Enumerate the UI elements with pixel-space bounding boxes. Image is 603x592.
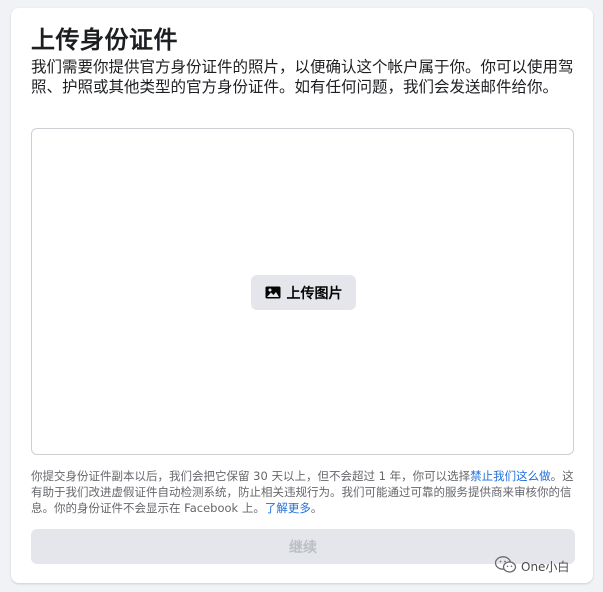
- image-icon: [265, 286, 281, 299]
- watermark: One小白: [494, 556, 570, 577]
- dialog-description: 我们需要你提供官方身份证件的照片，以便确认这个帐户属于你。你可以使用驾照、护照或…: [31, 58, 574, 96]
- privacy-notice-text-1: 你提交身份证件副本以后，我们会把它保留 30 天以上，但不会超过 1 年，你可以…: [31, 469, 471, 483]
- upload-drop-area[interactable]: 上传图片: [31, 128, 574, 455]
- opt-out-link[interactable]: 禁止我们这么做: [470, 469, 551, 483]
- upload-id-dialog: 上传身份证件 我们需要你提供官方身份证件的照片，以便确认这个帐户属于你。你可以使…: [11, 8, 593, 583]
- privacy-notice-text-3: 。: [310, 501, 323, 515]
- learn-more-link[interactable]: 了解更多: [265, 501, 311, 515]
- privacy-notice: 你提交身份证件副本以后，我们会把它保留 30 天以上，但不会超过 1 年，你可以…: [31, 468, 576, 516]
- wechat-icon: [494, 556, 517, 577]
- dialog-title: 上传身份证件: [31, 26, 178, 54]
- upload-image-button[interactable]: 上传图片: [251, 275, 356, 310]
- upload-image-label: 上传图片: [286, 285, 343, 302]
- watermark-text: One小白: [521, 560, 570, 574]
- continue-button[interactable]: 继续: [31, 529, 575, 564]
